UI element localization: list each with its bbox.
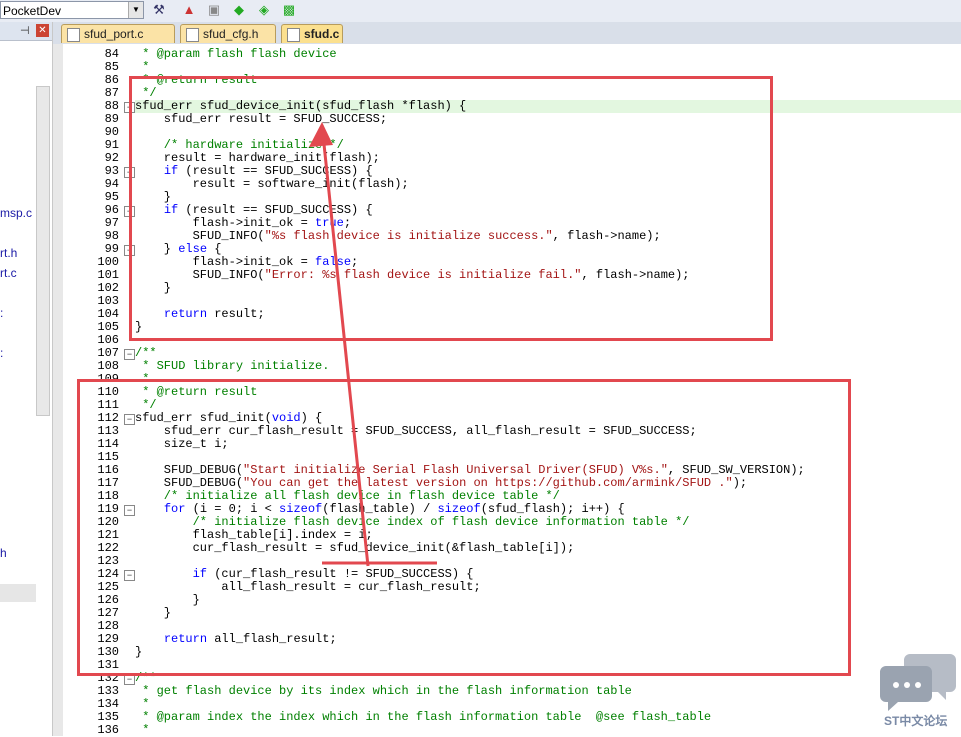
annotation-arrow	[309, 122, 437, 567]
arrow-head	[309, 122, 333, 147]
arrow-shaft	[320, 124, 370, 567]
watermark-text: ST中文论坛	[884, 714, 948, 728]
